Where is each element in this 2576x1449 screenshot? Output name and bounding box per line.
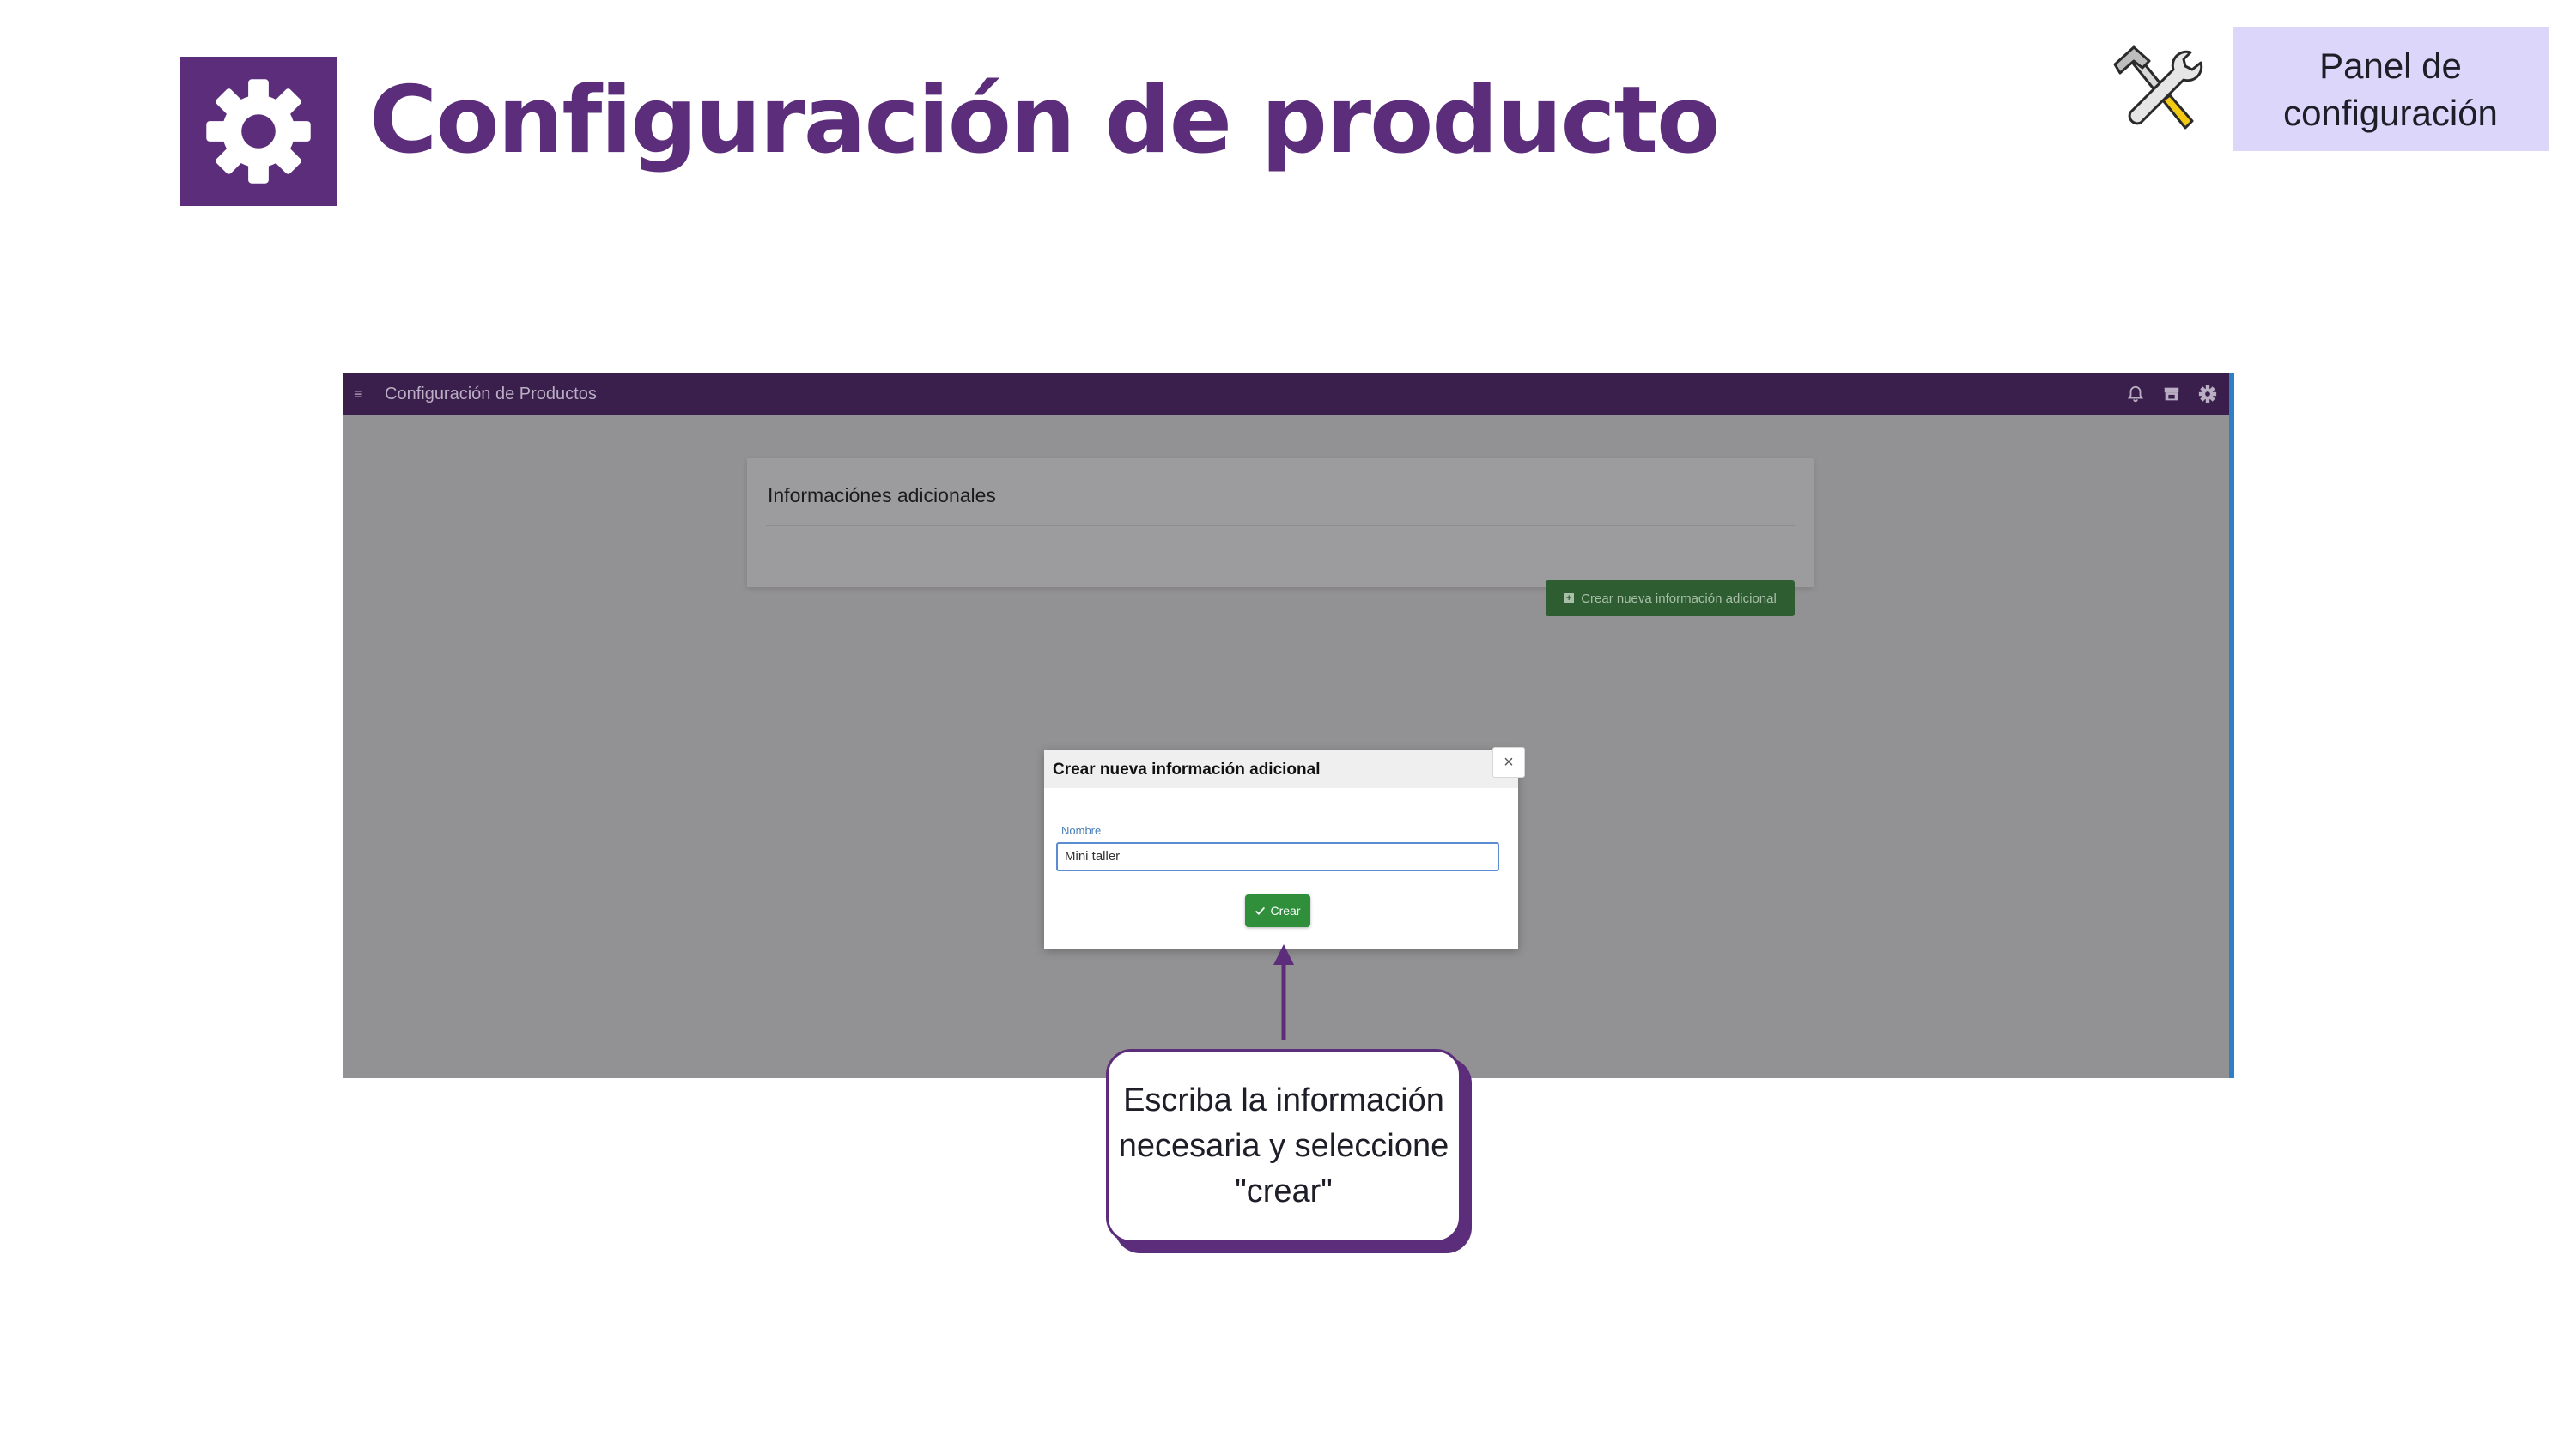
card-divider	[766, 525, 1795, 526]
menu-icon[interactable]: ≡	[354, 385, 366, 403]
app-topbar: ≡ Configuración de Productos	[343, 373, 2229, 415]
gear-icon-box	[180, 57, 337, 206]
create-button[interactable]: Crear	[1245, 894, 1310, 927]
app-title: Configuración de Productos	[385, 384, 597, 403]
create-additional-info-button[interactable]: + Crear nueva información adicional	[1546, 580, 1795, 616]
panel-badge: Panel de configuración	[2233, 27, 2549, 151]
bell-icon[interactable]	[2126, 385, 2145, 403]
tools-icon	[2113, 45, 2203, 130]
settings-icon[interactable]	[2198, 385, 2217, 403]
store-icon[interactable]	[2162, 385, 2181, 403]
additional-info-card: Informaciónes adicionales	[747, 458, 1814, 587]
topbar-icons	[2126, 373, 2217, 415]
create-info-modal: Crear nueva información adicional × Nomb…	[1044, 747, 1525, 949]
gear-icon	[206, 79, 311, 184]
card-title: Informaciónes adicionales	[768, 484, 996, 506]
check-icon	[1255, 906, 1266, 915]
modal-header: Crear nueva información adicional	[1044, 750, 1518, 788]
arrow-up-icon	[1273, 944, 1294, 1040]
instruction-callout: Escriba la información necesaria y selec…	[1106, 1049, 1461, 1243]
create-additional-info-label: Crear nueva información adicional	[1581, 591, 1777, 606]
modal-title: Crear nueva información adicional	[1053, 761, 1321, 779]
name-field[interactable]: Mini taller	[1056, 842, 1499, 871]
plus-square-icon: +	[1564, 593, 1575, 603]
name-field-label: Nombre	[1061, 824, 1102, 837]
slide-title: Configuración de producto	[369, 67, 1720, 174]
close-icon[interactable]: ×	[1492, 747, 1525, 778]
create-button-label: Crear	[1270, 904, 1301, 918]
